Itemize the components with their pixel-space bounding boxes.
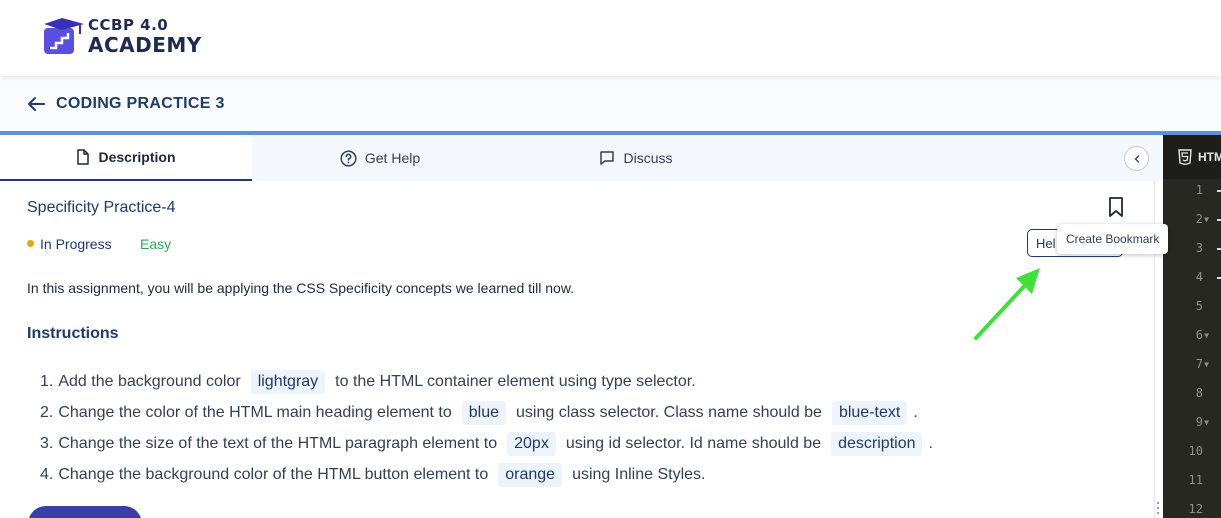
primary-action-button[interactable] (28, 506, 142, 518)
document-icon (77, 149, 90, 165)
status-dot (27, 240, 34, 247)
editor-tab-label: HTML (1198, 150, 1221, 164)
tab-get-help[interactable]: Get Help (252, 135, 508, 181)
fold-arrow-icon: ▼ (1204, 360, 1209, 369)
line-number: 2 ▼ (1166, 207, 1221, 236)
line-number: 11 (1188, 473, 1203, 487)
list-number: 1. (40, 372, 54, 390)
fold-arrow-icon: ▼ (1204, 215, 1209, 224)
graduation-cap-logo-icon (44, 18, 84, 54)
tab-discuss[interactable]: Discuss (508, 135, 764, 181)
line-number: 9 ▼ (1166, 410, 1221, 439)
code-snippet: blue (461, 400, 507, 425)
line-number: 1 (1166, 178, 1221, 207)
line-number: 8 (1195, 386, 1203, 400)
fold-arrow-icon: ▼ (1204, 418, 1209, 427)
instructions-list: 1. Add the background color lightgray to… (40, 366, 933, 490)
list-number: 3. (40, 434, 54, 452)
chevron-left-icon (1134, 154, 1139, 163)
line-number: 4 (1166, 265, 1221, 294)
collapse-panel-button[interactable] (1124, 146, 1149, 171)
instruction-text: Add the background color (58, 372, 241, 390)
code-snippet: orange (498, 462, 563, 487)
line-number: 10 (1188, 444, 1203, 458)
list-item: 1. Add the background color lightgray to… (40, 366, 933, 397)
instruction-text: . (913, 403, 918, 421)
fold-arrow-icon: ▼ (1204, 331, 1209, 340)
tab-discuss-label: Discuss (623, 150, 673, 166)
code-snippet: blue-text (831, 400, 908, 425)
line-number: 6 ▼ (1166, 323, 1221, 352)
line-number: 12 (1188, 502, 1203, 516)
ccbp-logo[interactable]: CCBP 4.0 ACADEMY (40, 14, 202, 58)
page-title: CODING PRACTICE 3 (56, 95, 225, 112)
bookmark-icon[interactable] (1106, 196, 1126, 218)
question-circle-icon (340, 149, 357, 167)
instruction-text: using Inline Styles. (572, 465, 706, 483)
logo-text-bottom: ACADEMY (88, 32, 202, 57)
line-number: 7 ▼ (1166, 352, 1221, 381)
instruction-text: Change the size of the text of the HTML … (58, 434, 498, 452)
code-snippet: description (831, 431, 923, 456)
list-number: 4. (40, 465, 54, 483)
tab-description[interactable]: Description (0, 135, 252, 181)
difficulty-badge: Easy (140, 236, 172, 252)
instruction-text: . (928, 434, 933, 452)
resize-handle-icon[interactable] (1156, 500, 1160, 516)
list-item: 3. Change the size of the text of the HT… (40, 428, 933, 459)
problem-title: Specificity Practice-4 (27, 199, 176, 216)
instructions-heading: Instructions (27, 325, 119, 342)
tab-description-label: Description (98, 149, 176, 165)
list-item: 2. Change the color of the HTML main hea… (40, 397, 933, 428)
list-number: 2. (40, 403, 54, 421)
instruction-text: using class selector. Class name should … (516, 403, 822, 421)
arrow-left-icon[interactable] (26, 94, 46, 114)
code-snippet: 20px (507, 431, 556, 456)
line-number: 3 (1166, 236, 1221, 265)
html5-icon (1178, 149, 1192, 165)
instruction-text: using id selector. Id name should be (565, 434, 822, 452)
intro-text: In this assignment, you will be applying… (27, 280, 575, 296)
editor-tab-html[interactable]: HTML (1163, 135, 1221, 179)
chat-icon (600, 151, 615, 165)
instruction-text: to the HTML container element using type… (335, 372, 696, 390)
help-button-label: Hel (1036, 235, 1056, 251)
annotation-arrow-icon (974, 268, 1040, 340)
instruction-text: Change the background color of the HTML … (58, 465, 489, 483)
line-number: 5 (1195, 299, 1203, 313)
top-header: CCBP 4.0 ACADEMY (0, 0, 1221, 76)
list-item: 4. Change the background color of the HT… (40, 459, 933, 490)
logo-text-top: CCBP 4.0 (88, 15, 169, 34)
problem-tabs: Description Get Help Discuss (0, 135, 1163, 181)
bookmark-tooltip: Create Bookmark (1057, 224, 1169, 254)
instruction-text: Change the color of the HTML main headin… (58, 403, 452, 421)
line-number-gutter: 1 2 ▼ 3 4 5 6 ▼ 7 ▼ 8 9 ▼ 10 11 12 (1166, 178, 1221, 518)
tab-get-help-label: Get Help (364, 150, 421, 166)
status-badge: In Progress (40, 236, 112, 252)
code-snippet: lightgray (250, 369, 326, 394)
